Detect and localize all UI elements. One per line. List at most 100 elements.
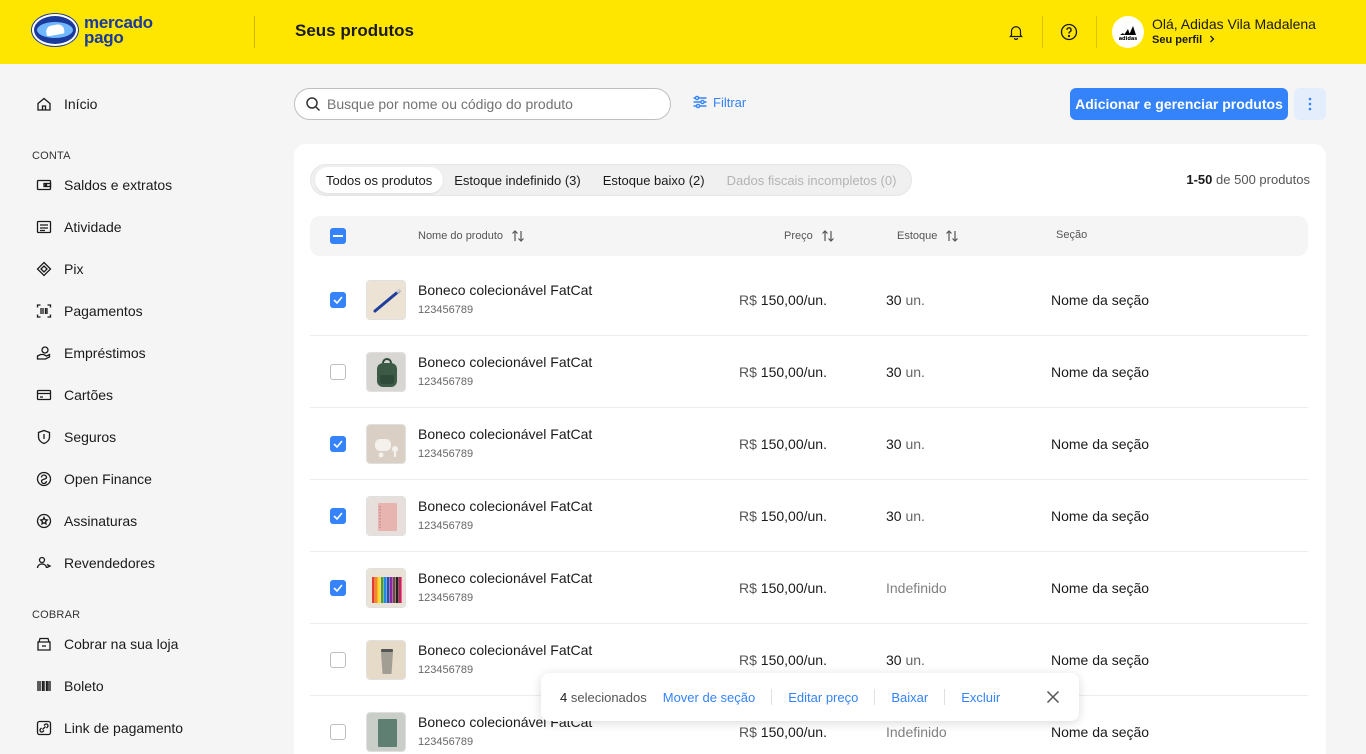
product-name[interactable]: Boneco colecionável FatCat bbox=[418, 426, 592, 442]
tab-estoque-baixo[interactable]: Estoque baixo (2) bbox=[592, 167, 716, 193]
filter-button[interactable]: Filtrar bbox=[692, 94, 746, 110]
header-divider bbox=[1096, 16, 1097, 48]
row-checkbox[interactable] bbox=[330, 436, 346, 452]
header-divider bbox=[254, 16, 255, 48]
sidebar-item-open-finance[interactable]: Open Finance bbox=[36, 467, 152, 491]
sidebar-item-revendedores[interactable]: Revendedores bbox=[36, 551, 155, 575]
sort-icon bbox=[512, 230, 524, 242]
divider bbox=[944, 689, 946, 705]
table-row[interactable]: Boneco colecionável FatCat 123456789 R$ 15… bbox=[310, 408, 1308, 480]
section-title-conta: CONTA bbox=[32, 150, 71, 162]
divider bbox=[874, 689, 876, 705]
column-header-price[interactable]: Preço bbox=[784, 229, 835, 243]
product-section: Nome da seção bbox=[1051, 580, 1150, 596]
product-name[interactable]: Boneco colecionável FatCat bbox=[418, 282, 592, 298]
row-checkbox[interactable] bbox=[330, 364, 346, 380]
tab-todos-produtos[interactable]: Todos os produtos bbox=[315, 167, 444, 193]
move-section-button[interactable]: Mover de seção bbox=[663, 690, 756, 705]
sidebar-item-assinaturas[interactable]: Assinaturas bbox=[36, 509, 137, 533]
select-all-checkbox[interactable] bbox=[330, 228, 346, 244]
product-price: R$ 150,00/un. bbox=[739, 436, 827, 452]
row-checkbox[interactable] bbox=[330, 652, 346, 668]
row-checkbox[interactable] bbox=[330, 580, 346, 596]
sidebar-item-seguros[interactable]: Seguros bbox=[36, 425, 116, 449]
bell-icon[interactable] bbox=[1004, 20, 1028, 44]
user-greeting: Olá, Adidas Vila Madalena bbox=[1152, 16, 1316, 32]
shield-icon bbox=[37, 429, 51, 445]
row-checkbox[interactable] bbox=[330, 724, 346, 740]
sidebar-item-pagamentos[interactable]: Pagamentos bbox=[36, 299, 143, 323]
sidebar-item-pix[interactable]: Pix bbox=[36, 257, 83, 281]
product-thumbnail bbox=[366, 424, 406, 464]
kebab-menu-icon bbox=[1308, 97, 1312, 111]
product-price: R$ 150,00/un. bbox=[739, 292, 827, 308]
product-name[interactable]: Boneco colecionável FatCat bbox=[418, 570, 592, 586]
sidebar-item-cobrar-loja[interactable]: Cobrar na sua loja bbox=[36, 632, 178, 656]
product-section: Nome da seção bbox=[1051, 724, 1150, 740]
product-count: 1-50 de 500 produtos bbox=[1186, 172, 1310, 187]
open-finance-icon bbox=[36, 471, 52, 487]
search-icon bbox=[306, 97, 321, 112]
table-row[interactable]: Boneco colecionável FatCat 123456789 R$ 15… bbox=[310, 336, 1308, 408]
download-button[interactable]: Baixar bbox=[891, 690, 928, 705]
checkmark-icon bbox=[333, 584, 343, 592]
sliders-icon bbox=[693, 95, 707, 109]
product-name[interactable]: Boneco colecionável FatCat bbox=[418, 354, 592, 370]
row-checkbox[interactable] bbox=[330, 292, 346, 308]
sidebar-item-cartoes[interactable]: Cartões bbox=[36, 383, 113, 407]
handshake-logo-icon bbox=[32, 14, 78, 46]
add-manage-products-button[interactable]: Adicionar e gerenciar produtos bbox=[1070, 88, 1288, 120]
divider bbox=[771, 689, 773, 705]
close-icon[interactable] bbox=[1045, 689, 1061, 705]
store-icon bbox=[37, 637, 51, 651]
product-thumbnail bbox=[366, 568, 406, 608]
avatar[interactable]: adidas bbox=[1112, 16, 1144, 48]
product-stock: 30 un. bbox=[886, 364, 925, 380]
product-thumbnail bbox=[366, 352, 406, 392]
table-row[interactable]: Boneco colecionável FatCat 123456789 R$ 15… bbox=[310, 480, 1308, 552]
sidebar-item-inicio[interactable]: Início bbox=[36, 92, 97, 116]
products-card: Todos os produtos Estoque indefinido (3)… bbox=[294, 144, 1326, 754]
sidebar-item-boleto[interactable]: Boleto bbox=[36, 674, 104, 698]
resellers-icon bbox=[36, 556, 52, 569]
table-row[interactable]: Boneco colecionável FatCat 123456789 R$ 15… bbox=[310, 264, 1308, 336]
product-stock: 30 un. bbox=[886, 436, 925, 452]
column-header-stock[interactable]: Estoque bbox=[897, 229, 959, 243]
help-icon[interactable] bbox=[1057, 20, 1081, 44]
checkmark-icon bbox=[333, 440, 343, 448]
product-price: R$ 150,00/un. bbox=[739, 364, 827, 380]
profile-link[interactable]: Seu perfil bbox=[1152, 34, 1216, 46]
wallet-icon bbox=[36, 179, 52, 191]
barcode-icon bbox=[37, 681, 51, 691]
search-box[interactable] bbox=[294, 88, 671, 120]
product-stock: 30 un. bbox=[886, 292, 925, 308]
column-header-name[interactable]: Nome do produto bbox=[418, 229, 525, 243]
barcode-scan-icon bbox=[36, 304, 52, 318]
card-icon bbox=[36, 389, 52, 401]
filter-tabs: Todos os produtos Estoque indefinido (3)… bbox=[310, 164, 913, 196]
sidebar-item-saldos[interactable]: Saldos e extratos bbox=[36, 173, 172, 197]
product-name[interactable]: Boneco colecionável FatCat bbox=[418, 642, 592, 658]
bulk-action-bar: 4 selecionados Mover de seção Editar pre… bbox=[541, 673, 1079, 721]
table-row[interactable]: Boneco colecionável FatCat 123456789 R$ 15… bbox=[310, 552, 1308, 624]
product-name[interactable]: Boneco colecionável FatCat bbox=[418, 498, 592, 514]
sidebar-item-emprestimos[interactable]: Empréstimos bbox=[36, 341, 146, 365]
row-checkbox[interactable] bbox=[330, 508, 346, 524]
tab-estoque-indefinido[interactable]: Estoque indefinido (3) bbox=[443, 167, 591, 193]
header-divider bbox=[1042, 16, 1043, 48]
product-stock: 30 un. bbox=[886, 508, 925, 524]
product-thumbnail bbox=[366, 496, 406, 536]
product-stock: Indefinido bbox=[886, 724, 947, 740]
edit-price-button[interactable]: Editar preço bbox=[788, 690, 858, 705]
product-section: Nome da seção bbox=[1051, 436, 1150, 452]
mercado-pago-logo[interactable]: mercado pago bbox=[32, 14, 153, 46]
sidebar-item-atividade[interactable]: Atividade bbox=[36, 215, 122, 239]
search-input[interactable] bbox=[327, 96, 647, 112]
product-code: 123456789 bbox=[418, 664, 474, 676]
sidebar-item-link-pagamento[interactable]: Link de pagamento bbox=[36, 716, 183, 740]
product-code: 123456789 bbox=[418, 304, 474, 316]
product-price: R$ 150,00/un. bbox=[739, 652, 827, 668]
page-title: Seus produtos bbox=[295, 21, 415, 40]
delete-button[interactable]: Excluir bbox=[961, 690, 1000, 705]
more-options-button[interactable] bbox=[1294, 88, 1326, 120]
